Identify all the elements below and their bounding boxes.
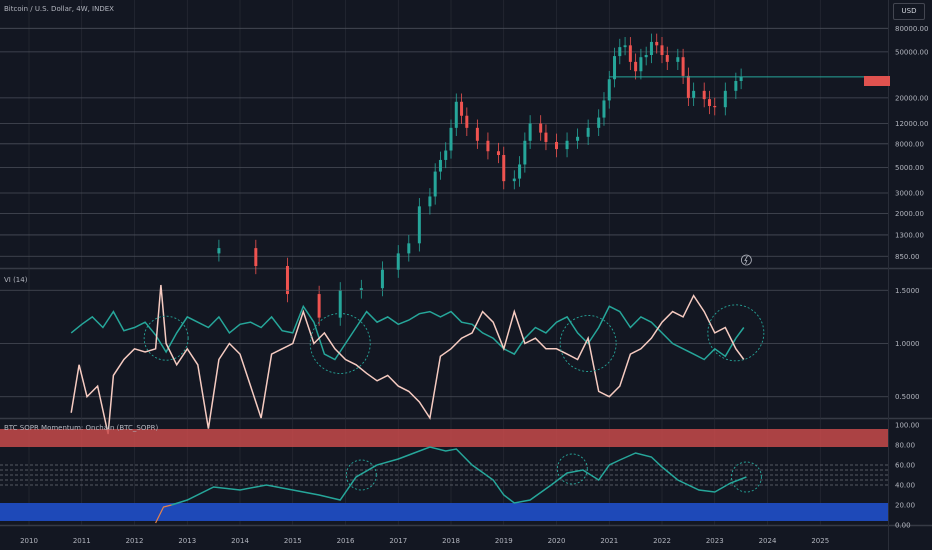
candle-body — [639, 57, 643, 72]
candle-body — [644, 55, 648, 58]
candle-body — [692, 90, 696, 98]
current-price-badge — [864, 76, 890, 86]
candle-body — [702, 90, 706, 100]
sopr-tick-label: 80.00 — [895, 442, 915, 450]
candle-body — [681, 57, 685, 76]
price-tick-label: 850.00 — [895, 253, 920, 261]
x-axis-label: 2021 — [600, 537, 618, 545]
candle-body — [660, 45, 664, 56]
x-axis-label: 2024 — [759, 537, 777, 545]
candle-body — [254, 248, 258, 266]
candle-body — [217, 248, 221, 254]
candle-body — [460, 101, 464, 116]
candle-body — [417, 206, 421, 244]
candle-body — [597, 117, 601, 128]
candle-body — [649, 41, 653, 56]
x-axis-label: 2015 — [284, 537, 302, 545]
x-axis-label: 2023 — [706, 537, 724, 545]
candle-body — [454, 101, 458, 128]
chart-background — [0, 0, 932, 550]
x-axis-label: 2025 — [811, 537, 829, 545]
candle-body — [665, 55, 669, 62]
price-tick-label: 80000.00 — [895, 25, 928, 33]
candle-body — [380, 269, 384, 289]
candle-body — [618, 47, 622, 57]
sopr-tick-label: 40.00 — [895, 482, 915, 490]
candle-body — [628, 45, 632, 62]
price-tick-label: 5000.00 — [895, 164, 924, 172]
candle-body — [433, 171, 437, 197]
candle-body — [707, 99, 711, 107]
sopr-tick-label: 100.00 — [895, 422, 920, 430]
candle-body — [512, 178, 516, 182]
candle-body — [486, 140, 490, 152]
candle-body — [634, 61, 638, 72]
candle-body — [555, 141, 558, 150]
trading-chart[interactable]: 80000.00 50000.00 20000.00 12000.00 8000.00 5… — [0, 0, 932, 550]
candle-body — [723, 90, 727, 108]
price-tick-label: 20000.00 — [895, 94, 928, 102]
candle-body — [544, 132, 548, 142]
currency-button[interactable]: USD — [893, 3, 925, 20]
candle-body — [396, 253, 400, 270]
x-axis-label: 2013 — [178, 537, 196, 545]
candle-body — [317, 294, 321, 318]
x-axis-label: 2018 — [442, 537, 460, 545]
candle-body — [576, 136, 580, 141]
candle-body — [607, 79, 611, 101]
candle-body — [539, 123, 543, 133]
sopr-tick-label: 20.00 — [895, 502, 915, 510]
candle-body — [518, 164, 522, 179]
vi-pane-title: VI (14) — [4, 276, 28, 284]
price-tick-label: 50000.00 — [895, 48, 928, 56]
candle-body — [586, 127, 590, 137]
x-axis-label: 2022 — [653, 537, 671, 545]
candle-body — [438, 159, 442, 172]
x-axis-label: 2020 — [548, 537, 566, 545]
candle-body — [496, 151, 500, 156]
candle-body — [475, 127, 479, 141]
candle-body — [528, 123, 532, 141]
candle-body — [465, 115, 469, 128]
sopr-tick-label: 60.00 — [895, 462, 915, 470]
candle-body — [449, 127, 453, 151]
price-tick-label: 8000.00 — [895, 140, 924, 148]
oversold-zone — [0, 503, 888, 521]
candle-body — [428, 196, 432, 207]
price-tick-label: 2000.00 — [895, 210, 924, 218]
x-axis-label: 2010 — [20, 537, 38, 545]
vi-tick-label: 1.5000 — [895, 287, 920, 295]
candle-body — [739, 76, 743, 81]
x-axis-label: 2014 — [231, 537, 249, 545]
candle-body — [523, 140, 527, 165]
x-axis-label: 2011 — [73, 537, 91, 545]
candle-body — [444, 150, 448, 160]
x-axis-label: 2019 — [495, 537, 513, 545]
candle-body — [655, 41, 659, 46]
candle-body — [285, 266, 289, 295]
sopr-tick-label: 0.00 — [895, 522, 911, 530]
candle-body — [713, 106, 717, 108]
price-tick-label: 3000.00 — [895, 190, 924, 198]
candle-body — [623, 45, 627, 48]
x-axis-label: 2012 — [126, 537, 144, 545]
candle-body — [407, 243, 411, 254]
candle-body — [686, 75, 690, 98]
candle-body — [734, 80, 738, 91]
vi-tick-label: 0.5000 — [895, 393, 920, 401]
x-axis-label: 2017 — [389, 537, 407, 545]
candle-body — [565, 140, 569, 150]
symbol-title: Bitcoin / U.S. Dollar, 4W, INDEX — [4, 5, 114, 13]
price-tick-label: 1300.00 — [895, 231, 924, 239]
x-axis-label: 2016 — [337, 537, 355, 545]
sopr-pane-title: BTC SOPR Momentum: Onchain (BTC_SOPR) — [4, 424, 159, 432]
candle-body — [602, 100, 606, 118]
vi-tick-label: 1.0000 — [895, 340, 920, 348]
candle-body — [613, 56, 617, 80]
price-tick-label: 12000.00 — [895, 120, 928, 128]
candle-body — [502, 155, 506, 182]
candle-body — [676, 57, 680, 62]
